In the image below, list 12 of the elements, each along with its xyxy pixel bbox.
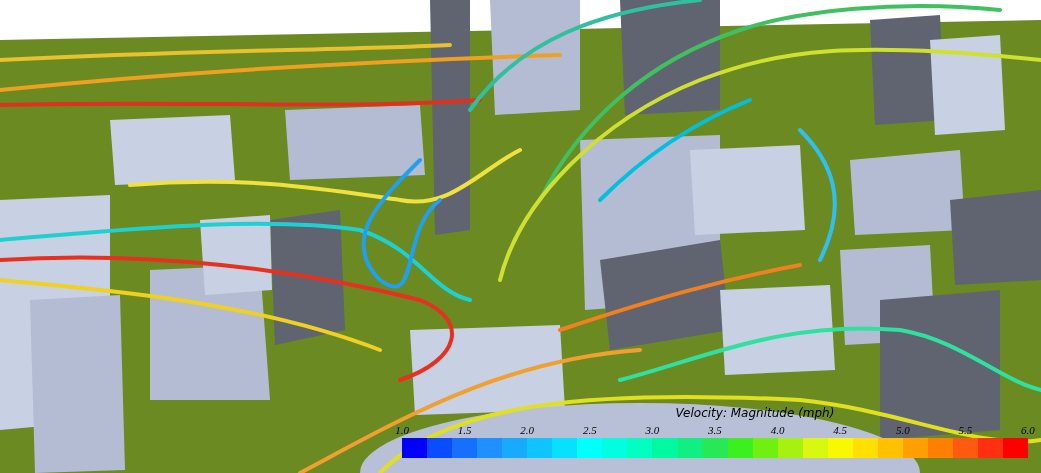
legend-tick-label: 5.5 [957,424,974,437]
legend-tick-label: 3.0 [644,424,661,437]
legend-tick-label: 4.0 [769,424,786,437]
legend-tick-label: 2.0 [519,424,536,437]
legend-tick-label: 1.0 [394,424,410,437]
legend-tick-label: 4.5 [832,424,849,437]
legend-tick-label: 2.5 [581,424,598,437]
legend-tick-label: 6.0 [1020,424,1036,437]
legend-tick-label: 1.5 [456,424,473,437]
legend-tick-label: 3.5 [707,424,723,437]
legend-title: Velocity: Magnitude (mph) [675,406,835,420]
legend-tick-label: 5.0 [894,424,911,437]
